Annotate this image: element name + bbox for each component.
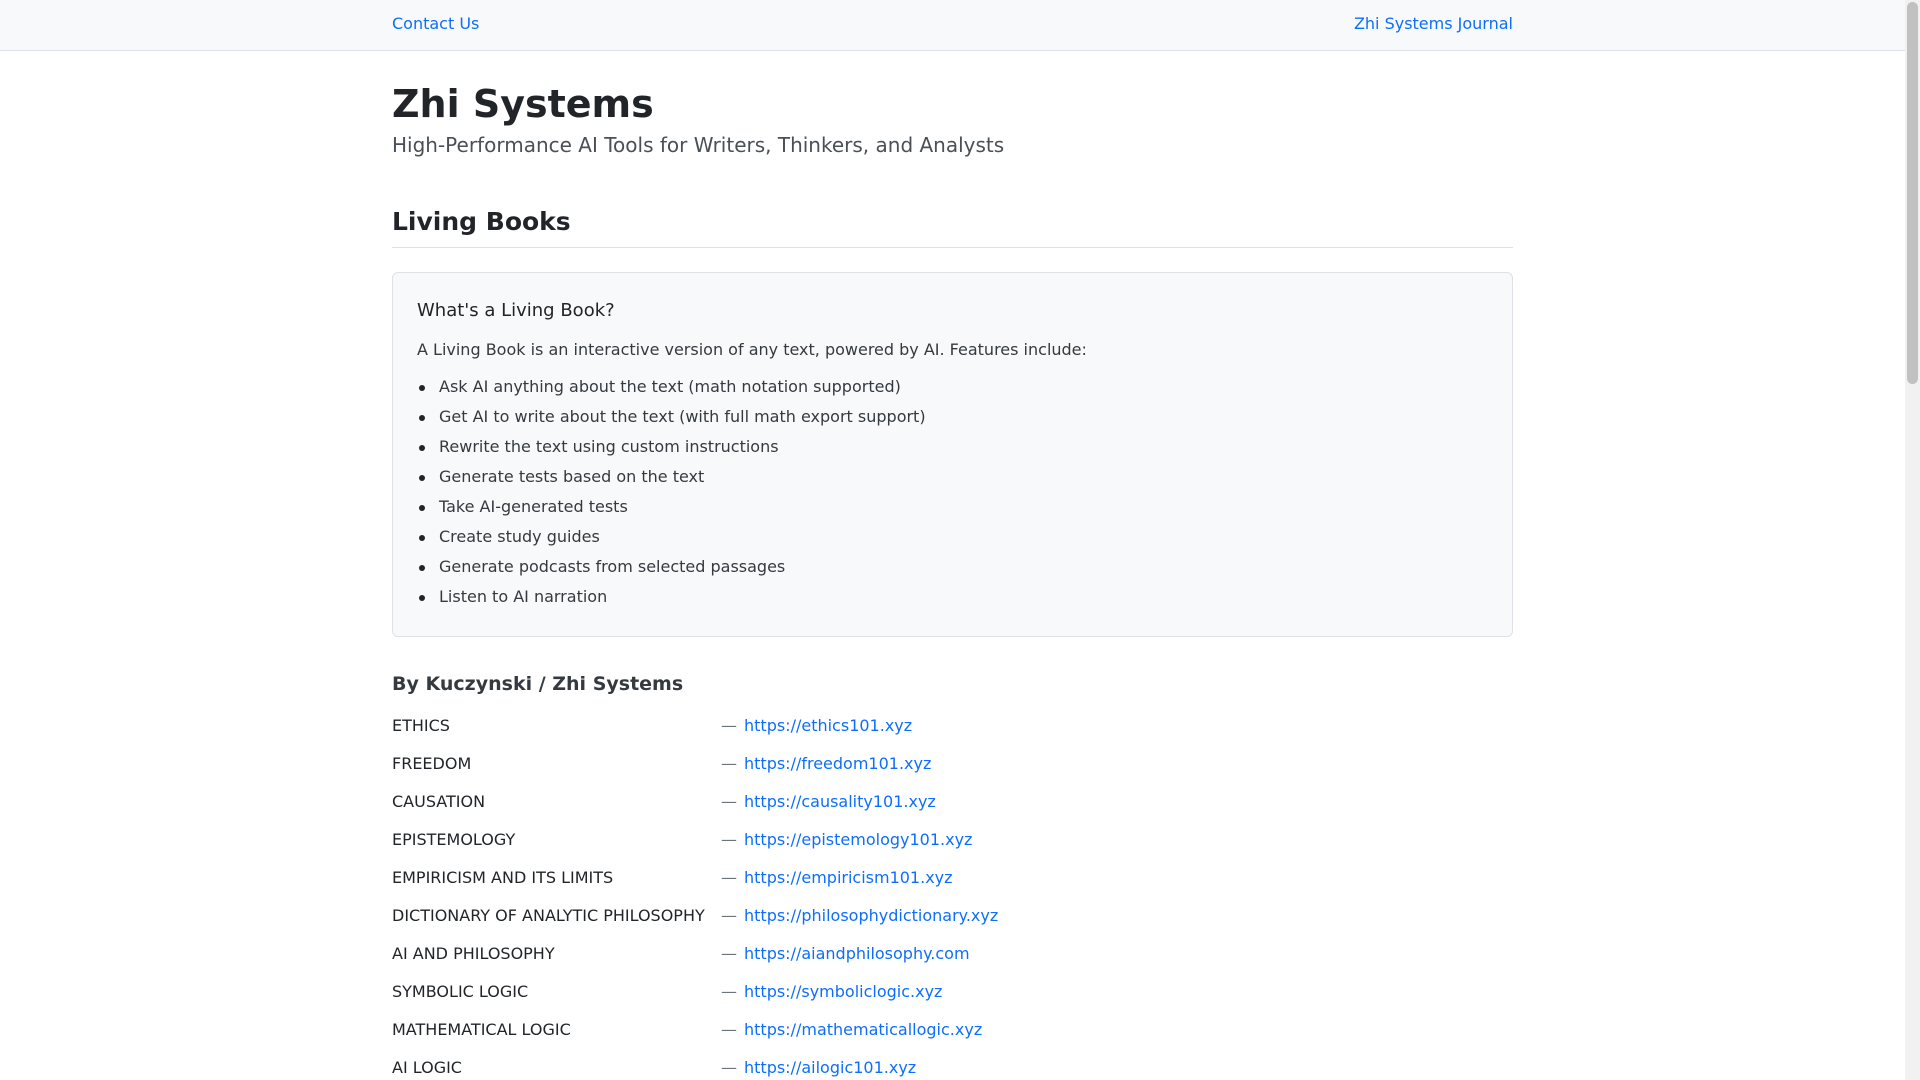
scrollbar-thumb[interactable]: [1907, 2, 1918, 384]
feature-item: Generate podcasts from selected passages: [417, 556, 926, 586]
journal-link[interactable]: Zhi Systems Journal: [1354, 14, 1513, 34]
feature-list: Ask AI anything about the text (math not…: [417, 376, 926, 616]
site-title: Zhi Systems: [392, 82, 654, 126]
book-link[interactable]: https://philosophydictionary.xyz: [744, 903, 998, 929]
books-heading: By Kuczynski / Zhi Systems: [392, 673, 684, 695]
book-title: SYMBOLIC LOGIC: [392, 982, 529, 1001]
feature-item: Rewrite the text using custom instructio…: [417, 436, 926, 466]
living-book-info-card: What's a Living Book? A Living Book is a…: [392, 272, 1513, 637]
book-title: DICTIONARY OF ANALYTIC PHILOSOPHY: [392, 906, 705, 925]
book-title: MATHEMATICAL LOGIC: [392, 1020, 571, 1039]
separator: —: [721, 1058, 737, 1077]
separator: —: [721, 792, 737, 811]
book-link[interactable]: https://ethics101.xyz: [744, 713, 912, 739]
vertical-scrollbar[interactable]: [1905, 0, 1920, 1080]
separator: —: [721, 868, 737, 887]
book-link[interactable]: https://epistemology101.xyz: [744, 827, 972, 853]
separator: —: [721, 716, 737, 735]
separator: —: [721, 830, 737, 849]
book-title: AI LOGIC: [392, 1058, 462, 1077]
feature-item: Generate tests based on the text: [417, 466, 926, 496]
book-title: AI AND PHILOSOPHY: [392, 944, 555, 963]
separator: —: [721, 982, 737, 1001]
book-link[interactable]: https://empiricism101.xyz: [744, 865, 953, 891]
contact-us-link[interactable]: Contact Us: [392, 14, 479, 34]
page: Contact Us Zhi Systems Journal Zhi Syste…: [0, 0, 1920, 1080]
feature-item: Take AI-generated tests: [417, 496, 926, 526]
book-title: CAUSATION: [392, 792, 486, 811]
card-heading: What's a Living Book?: [417, 300, 615, 321]
book-title: EMPIRICISM AND ITS LIMITS: [392, 868, 614, 887]
separator: —: [721, 1020, 737, 1039]
feature-item: Create study guides: [417, 526, 926, 556]
section-title: Living Books: [392, 207, 571, 236]
separator: —: [721, 754, 737, 773]
book-link[interactable]: https://aiandphilosophy.com: [744, 941, 970, 967]
book-link[interactable]: https://symboliclogic.xyz: [744, 979, 942, 1005]
separator: —: [721, 944, 737, 963]
book-title: EPISTEMOLOGY: [392, 830, 516, 849]
section-divider: [392, 247, 1513, 248]
top-navbar: Contact Us Zhi Systems Journal: [0, 0, 1905, 51]
feature-item: Get AI to write about the text (with ful…: [417, 406, 926, 436]
book-link[interactable]: https://freedom101.xyz: [744, 751, 931, 777]
feature-item: Listen to AI narration: [417, 586, 926, 616]
feature-item: Ask AI anything about the text (math not…: [417, 376, 926, 406]
card-intro: A Living Book is an interactive version …: [417, 340, 1087, 359]
separator: —: [721, 906, 737, 925]
book-title: ETHICS: [392, 716, 450, 735]
book-link[interactable]: https://ailogic101.xyz: [744, 1055, 916, 1080]
book-title: FREEDOM: [392, 754, 472, 773]
site-tagline: High-Performance AI Tools for Writers, T…: [392, 133, 1005, 157]
book-link[interactable]: https://mathematicallogic.xyz: [744, 1017, 982, 1043]
book-link[interactable]: https://causality101.xyz: [744, 789, 936, 815]
